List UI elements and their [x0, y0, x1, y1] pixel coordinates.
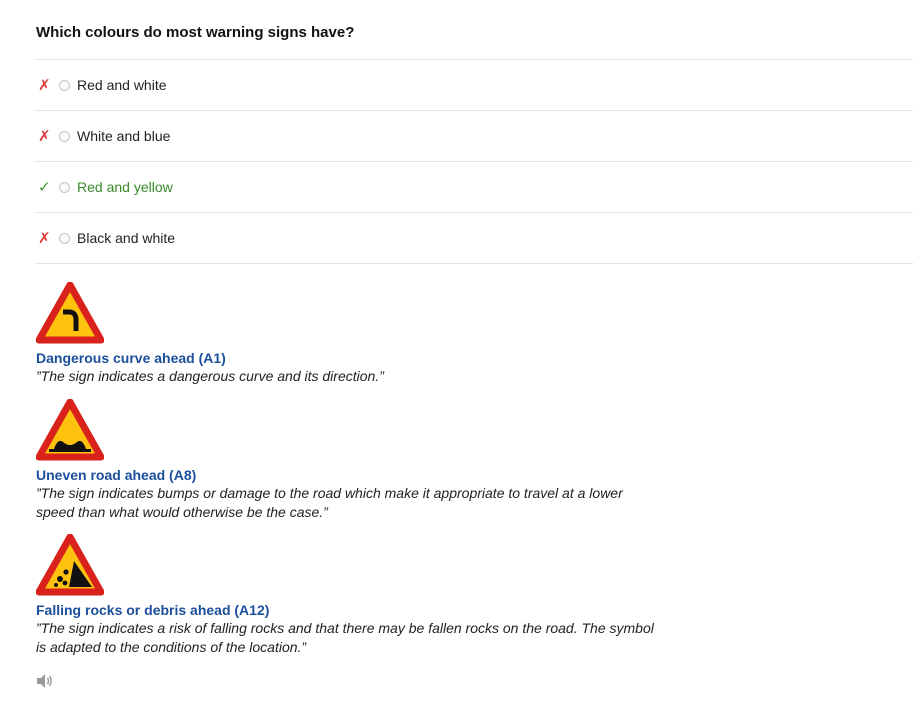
sign-title: Falling rocks or debris ahead (A12)	[36, 602, 270, 618]
sign-title: Dangerous curve ahead (A1)	[36, 350, 226, 366]
wrong-mark-icon: ✗	[38, 127, 51, 145]
answer-options: ✗ Red and white ✗ White and blue ✓ Red a…	[35, 59, 913, 264]
sign-explanation: Uneven road ahead (A8) ”The sign indicat…	[36, 399, 656, 522]
sign-description: ”The sign indicates a dangerous curve an…	[36, 368, 384, 384]
answer-option[interactable]: ✗ Black and white	[35, 213, 913, 264]
sign-explanation: Falling rocks or debris ahead (A12) ”The…	[36, 534, 656, 657]
sign-description: ”The sign indicates a risk of falling ro…	[36, 620, 654, 655]
answer-label: Red and yellow	[77, 179, 173, 195]
sign-description: ”The sign indicates bumps or damage to t…	[36, 485, 623, 520]
check-mark-icon: ✓	[38, 178, 51, 196]
falling-rocks-sign-icon	[36, 534, 104, 596]
question-text: Which colours do most warning signs have…	[36, 24, 355, 41]
sign-title: Uneven road ahead (A8)	[36, 467, 197, 483]
answer-label: Black and white	[77, 230, 176, 246]
wrong-mark-icon: ✗	[38, 229, 51, 247]
answer-option-correct[interactable]: ✓ Red and yellow	[35, 162, 913, 213]
wrong-mark-icon: ✗	[38, 76, 51, 94]
answer-label: White and blue	[77, 128, 171, 144]
radio-button[interactable]	[59, 79, 70, 91]
dangerous-curve-sign-icon	[36, 282, 104, 344]
radio-button[interactable]	[59, 181, 70, 193]
speaker-icon[interactable]	[36, 673, 54, 694]
radio-button[interactable]	[59, 232, 70, 244]
answer-label: Red and white	[77, 77, 167, 93]
radio-button[interactable]	[59, 130, 70, 142]
sign-explanation: Dangerous curve ahead (A1) ”The sign ind…	[36, 282, 656, 386]
answer-option[interactable]: ✗ Red and white	[35, 60, 913, 111]
answer-option[interactable]: ✗ White and blue	[35, 111, 913, 162]
uneven-road-sign-icon	[36, 399, 104, 461]
